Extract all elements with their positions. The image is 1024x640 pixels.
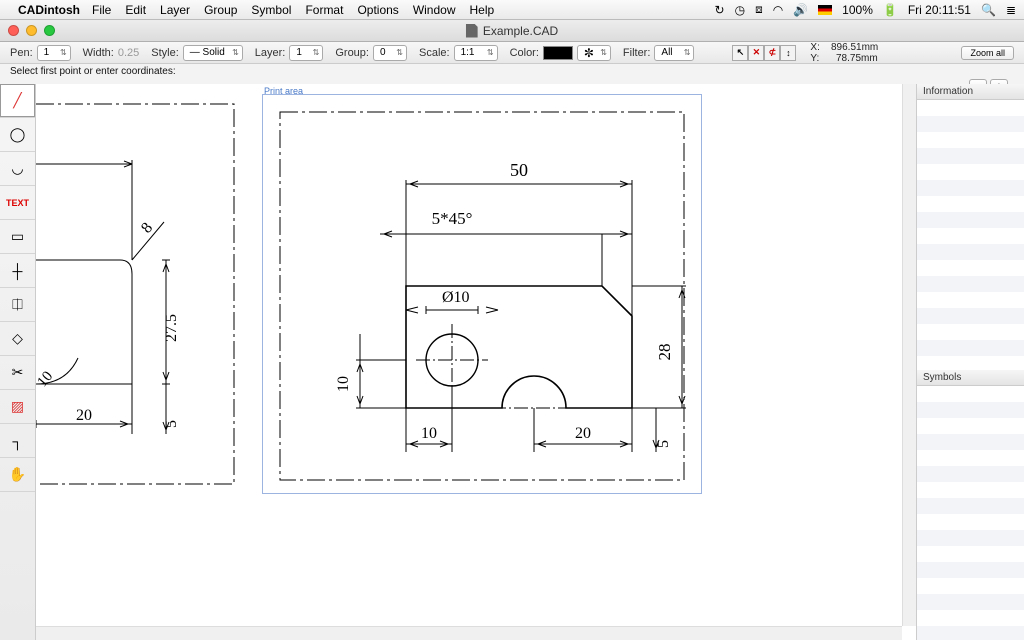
minimize-window-button[interactable] <box>26 25 37 36</box>
symbols-panel-header[interactable]: Symbols <box>917 370 1024 386</box>
snap-intersect-button[interactable]: ⊄ <box>764 45 780 61</box>
layer-label: Layer: <box>255 47 286 59</box>
document-proxy-icon[interactable] <box>466 24 478 38</box>
command-prompt-label: Select first point or enter coordinates: <box>0 64 1024 77</box>
svg-text:5: 5 <box>655 440 672 448</box>
menu-options[interactable]: Options <box>357 3 398 17</box>
svg-text:27.5: 27.5 <box>163 314 180 342</box>
menu-layer[interactable]: Layer <box>160 3 190 17</box>
scale-label: Scale: <box>419 47 450 59</box>
pan-tool[interactable]: ✋ <box>0 458 35 492</box>
canvas-scrollbar-horizontal[interactable] <box>36 626 902 640</box>
bluetooth-icon[interactable]: ⧈ <box>755 2 763 17</box>
arc-tool[interactable]: ◡ <box>0 152 35 186</box>
svg-text:10: 10 <box>335 376 352 392</box>
pen-select[interactable]: 1 <box>37 45 71 61</box>
information-panel-header[interactable]: Information <box>917 84 1024 100</box>
menu-edit[interactable]: Edit <box>125 3 146 17</box>
layer-select[interactable]: 1 <box>289 45 323 61</box>
menu-file[interactable]: File <box>92 3 111 17</box>
tool-palette: ╱◯◡TEXT▭┼⎅◇✂▨┐✋ <box>0 84 36 640</box>
wifi-icon[interactable]: ◠ <box>773 3 783 17</box>
polyline-tool[interactable]: ┐ <box>0 424 35 458</box>
group-label: Group: <box>335 47 369 59</box>
svg-text:5: 5 <box>163 420 180 428</box>
drawing-canvas[interactable]: Print area 8 10 27.5 20 5 <box>36 84 916 640</box>
snap-endpoint-button[interactable]: ↖ <box>732 45 748 61</box>
line-tool[interactable]: ╱ <box>0 84 35 118</box>
trim-tool[interactable]: ✂ <box>0 356 35 390</box>
battery-icon[interactable]: 🔋 <box>883 3 898 17</box>
app-name[interactable]: CADintosh <box>18 3 80 17</box>
snap-tool[interactable]: ◇ <box>0 322 35 356</box>
menu-group[interactable]: Group <box>204 3 237 17</box>
settings-gear-button[interactable]: ✼ <box>577 45 611 61</box>
zoom-all-button[interactable]: Zoom all <box>961 46 1014 60</box>
menu-symbol[interactable]: Symbol <box>251 3 291 17</box>
symbols-panel-body <box>917 386 1024 640</box>
zoom-window-button[interactable] <box>44 25 55 36</box>
width-value: 0.25 <box>118 47 139 59</box>
snap-off-button[interactable]: ✕ <box>748 45 764 61</box>
svg-text:Ø10: Ø10 <box>442 289 470 306</box>
snap-perpendicular-button[interactable]: ↕ <box>780 45 796 61</box>
align-tool[interactable]: ⎅ <box>0 288 35 322</box>
style-label: Style: <box>151 47 179 59</box>
style-select[interactable]: — Solid <box>183 45 243 61</box>
text-tool[interactable]: TEXT <box>0 186 35 220</box>
close-window-button[interactable] <box>8 25 19 36</box>
properties-toolbar: Pen: 1 Width: 0.25 Style: — Solid Layer:… <box>0 42 1024 64</box>
svg-text:28: 28 <box>655 344 674 361</box>
svg-text:10: 10 <box>421 425 437 442</box>
filter-select[interactable]: All <box>654 45 694 61</box>
width-label: Width: <box>83 47 114 59</box>
side-panel: Information Symbols <box>916 84 1024 640</box>
snap-mode-group: ↖ ✕ ⊄ ↕ <box>732 45 796 61</box>
filter-label: Filter: <box>623 47 651 59</box>
rect-tool[interactable]: ▭ <box>0 220 35 254</box>
svg-text:20: 20 <box>76 407 92 424</box>
keyboard-layout-flag-icon[interactable] <box>818 5 832 15</box>
scale-select[interactable]: 1:1 <box>454 45 498 61</box>
color-swatch[interactable] <box>543 46 573 60</box>
svg-text:5*45°: 5*45° <box>432 209 473 228</box>
svg-text:50: 50 <box>510 160 528 180</box>
circle-tool[interactable]: ◯ <box>0 118 35 152</box>
group-select[interactable]: 0 <box>373 45 407 61</box>
canvas-scrollbar-vertical[interactable] <box>902 84 916 626</box>
window-titlebar: Example.CAD <box>0 20 1024 42</box>
dimension-tool[interactable]: ┼ <box>0 254 35 288</box>
volume-icon[interactable]: 🔊 <box>793 3 808 17</box>
color-label: Color: <box>510 47 539 59</box>
menu-help[interactable]: Help <box>470 3 495 17</box>
pen-label: Pen: <box>10 47 33 59</box>
notification-center-icon[interactable]: ≣ <box>1006 3 1016 17</box>
battery-percent: 100% <box>842 3 873 17</box>
cursor-coordinates: X: 896.51mm Y: 78.75mm <box>810 42 878 64</box>
menu-window[interactable]: Window <box>413 3 456 17</box>
time-machine-icon[interactable]: ◷ <box>735 3 745 17</box>
svg-text:10: 10 <box>36 368 56 390</box>
hatch-tool[interactable]: ▨ <box>0 390 35 424</box>
drawing-left-part: 8 10 27.5 20 5 <box>36 84 256 504</box>
macos-menubar: CADintosh File Edit Layer Group Symbol F… <box>0 0 1024 20</box>
menu-format[interactable]: Format <box>305 3 343 17</box>
menubar-clock[interactable]: Fri 20:11:51 <box>908 3 971 17</box>
information-panel-body <box>917 100 1024 370</box>
spotlight-icon[interactable]: 🔍 <box>981 3 996 17</box>
drawing-main-part: 50 5*45° Ø10 28 10 10 20 <box>276 108 688 484</box>
window-title: Example.CAD <box>483 24 558 38</box>
svg-text:20: 20 <box>575 425 591 442</box>
sync-icon[interactable]: ↻ <box>715 3 725 17</box>
